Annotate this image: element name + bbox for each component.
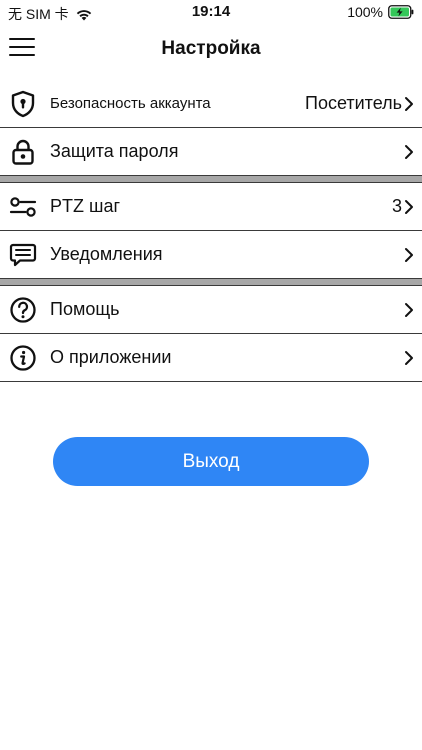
chevron-right-icon (405, 199, 413, 214)
shield-icon (9, 90, 37, 118)
chevron-right-icon (405, 302, 413, 317)
status-right: 100% (347, 4, 414, 20)
help-label: Помощь (50, 299, 120, 319)
password-protection-label: Защита пароля (50, 141, 179, 161)
ptz-step-value: 3 (391, 196, 402, 216)
lock-icon (9, 138, 37, 166)
page-title: Настройка (161, 38, 261, 59)
about-label: О приложении (50, 347, 172, 367)
chevron-right-icon (405, 247, 413, 262)
sliders-icon (9, 193, 37, 221)
battery-percent: 100% (347, 4, 383, 20)
message-icon (9, 241, 37, 269)
settings-list: Безопасность аккаунта Посетитель Защита … (0, 80, 422, 382)
notifications-label: Уведомления (50, 244, 163, 264)
question-icon (9, 296, 37, 324)
chevron-right-icon (405, 350, 413, 365)
status-bar: 无 SIM 卡 19:14 100% (0, 0, 422, 24)
battery-charging-icon (388, 5, 414, 19)
section-divider (0, 279, 422, 286)
notifications-row[interactable]: Уведомления (0, 231, 422, 279)
about-row[interactable]: О приложении (0, 334, 422, 382)
account-security-label: Безопасность аккаунта (50, 95, 211, 112)
section-divider (0, 176, 422, 183)
help-row[interactable]: Помощь (0, 286, 422, 334)
password-protection-row[interactable]: Защита пароля (0, 128, 422, 176)
info-icon (9, 344, 37, 372)
account-security-row[interactable]: Безопасность аккаунта Посетитель (0, 80, 422, 128)
logout-button[interactable]: Выход (53, 437, 369, 486)
ptz-step-label: PTZ шаг (50, 196, 121, 216)
chevron-right-icon (405, 144, 413, 159)
chevron-right-icon (405, 96, 413, 111)
ptz-step-row[interactable]: PTZ шаг 3 (0, 183, 422, 231)
header: Настройка (0, 24, 422, 76)
account-security-value: Посетитель (305, 93, 402, 113)
